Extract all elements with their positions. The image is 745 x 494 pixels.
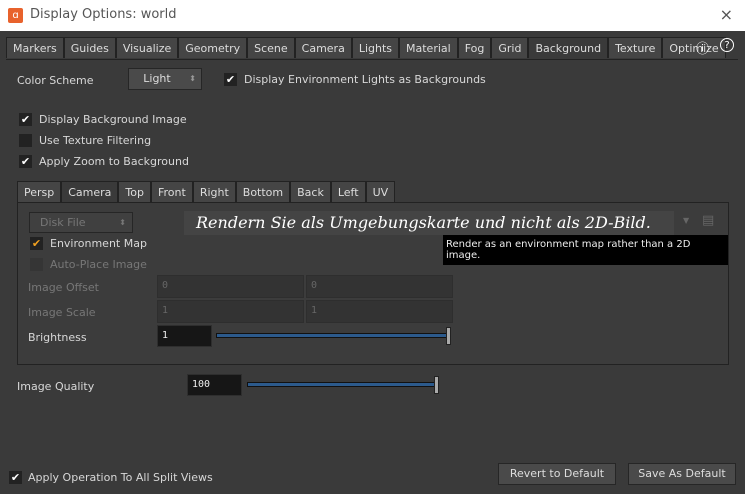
tab-camera[interactable]: Camera <box>294 37 352 58</box>
display-bg-image-checkbox[interactable]: ✔ <box>19 113 32 126</box>
image-quality-slider-handle[interactable] <box>434 376 439 394</box>
view-tab-uv[interactable]: UV <box>365 181 396 202</box>
image-offset-label: Image Offset <box>28 281 99 294</box>
file-path-field[interactable]: Rendern Sie als Umgebungskarte und nicht… <box>184 211 674 235</box>
color-scheme-select[interactable]: Light ⬍ <box>128 68 202 90</box>
view-tab-left[interactable]: Left <box>330 181 366 202</box>
tab-visualize[interactable]: Visualize <box>115 37 179 58</box>
apply-zoom-label: Apply Zoom to Background <box>39 155 189 168</box>
env-lights-checkbox[interactable]: ✔ <box>224 73 237 86</box>
env-map-label: Environment Map <box>50 237 147 250</box>
save-as-default-button[interactable]: Save As Default <box>628 463 736 485</box>
image-scale-x[interactable]: 1 <box>157 300 304 323</box>
image-quality-label: Image Quality <box>17 380 95 393</box>
color-scheme-value: Light <box>143 72 171 85</box>
tab-fog[interactable]: Fog <box>457 37 492 58</box>
tab-background[interactable]: Background <box>528 37 609 58</box>
file-browse-icon[interactable]: ▤ <box>702 213 714 228</box>
texture-filtering-label: Use Texture Filtering <box>39 134 152 147</box>
view-panel: Disk File ⬍ Rendern Sie als Umgebungskart… <box>17 202 729 365</box>
view-tab-front[interactable]: Front <box>150 181 193 202</box>
tab-material[interactable]: Material <box>399 37 458 58</box>
tab-grid[interactable]: Grid <box>491 37 529 58</box>
tab-guides[interactable]: Guides <box>63 37 116 58</box>
close-icon[interactable]: × <box>720 5 733 24</box>
apply-zoom-checkbox[interactable]: ✔ <box>19 155 32 168</box>
dialog-body: Markers Guides Visualize Geometry Scene Camer… <box>0 31 741 494</box>
help-icon[interactable]: ? <box>720 38 734 52</box>
view-tab-top[interactable]: Top <box>118 181 151 202</box>
houdini-logo-icon: ɑ <box>8 8 23 23</box>
info-icon[interactable]: ⓘ <box>696 38 709 57</box>
auto-place-label: Auto-Place Image <box>50 258 147 271</box>
view-tab-persp[interactable]: Persp <box>17 181 62 202</box>
tab-geometry[interactable]: Geometry <box>178 37 248 58</box>
title-bar: ɑ Display Options: world × <box>0 0 745 31</box>
tab-optimize[interactable]: Optimize <box>662 37 726 58</box>
brightness-slider[interactable] <box>216 333 450 338</box>
image-quality-slider[interactable] <box>247 382 437 387</box>
revert-to-default-button[interactable]: Revert to Default <box>498 463 616 485</box>
texture-filtering-checkbox[interactable] <box>19 134 32 147</box>
display-bg-image-label: Display Background Image <box>39 113 187 126</box>
color-scheme-label: Color Scheme <box>17 74 94 87</box>
view-tabs: Persp Camera Top Front Right Bottom Back Left UV <box>17 181 396 202</box>
tab-markers[interactable]: Markers <box>6 37 64 58</box>
auto-place-checkbox[interactable] <box>30 258 43 271</box>
image-offset-y[interactable]: 0 <box>306 275 453 298</box>
main-tabs: Markers Guides Visualize Geometry Scene Camer… <box>6 37 726 58</box>
background-panel: Color Scheme Light ⬍ ✔ Display Environmen… <box>6 59 738 491</box>
image-scale-label: Image Scale <box>28 306 96 319</box>
tab-lights[interactable]: Lights <box>351 37 400 58</box>
brightness-input[interactable]: 1 <box>157 325 212 347</box>
image-quality-input[interactable]: 100 <box>187 374 242 396</box>
env-map-checkbox[interactable]: ✔ <box>30 237 43 250</box>
apply-all-views-label: Apply Operation To All Split Views <box>28 471 213 484</box>
view-tab-back[interactable]: Back <box>290 181 331 202</box>
brightness-label: Brightness <box>28 331 87 344</box>
tab-scene[interactable]: Scene <box>247 37 295 58</box>
window-title: Display Options: world <box>30 7 177 22</box>
image-scale-y[interactable]: 1 <box>306 300 453 323</box>
tab-texture[interactable]: Texture <box>608 37 663 58</box>
updown-icon: ⬍ <box>189 74 196 83</box>
source-select[interactable]: Disk File ⬍ <box>29 212 133 233</box>
view-tab-bottom[interactable]: Bottom <box>235 181 291 202</box>
dropdown-arrow-icon[interactable]: ▼ <box>683 216 689 225</box>
source-value: Disk File <box>40 216 86 229</box>
env-lights-label: Display Environment Lights as Background… <box>244 73 486 86</box>
view-tab-right[interactable]: Right <box>192 181 236 202</box>
brightness-slider-handle[interactable] <box>446 327 451 345</box>
image-offset-x[interactable]: 0 <box>157 275 304 298</box>
view-tab-camera[interactable]: Camera <box>61 181 119 202</box>
tooltip: Render as an environment map rather than… <box>443 235 728 265</box>
apply-all-views-checkbox[interactable]: ✔ <box>9 471 22 484</box>
